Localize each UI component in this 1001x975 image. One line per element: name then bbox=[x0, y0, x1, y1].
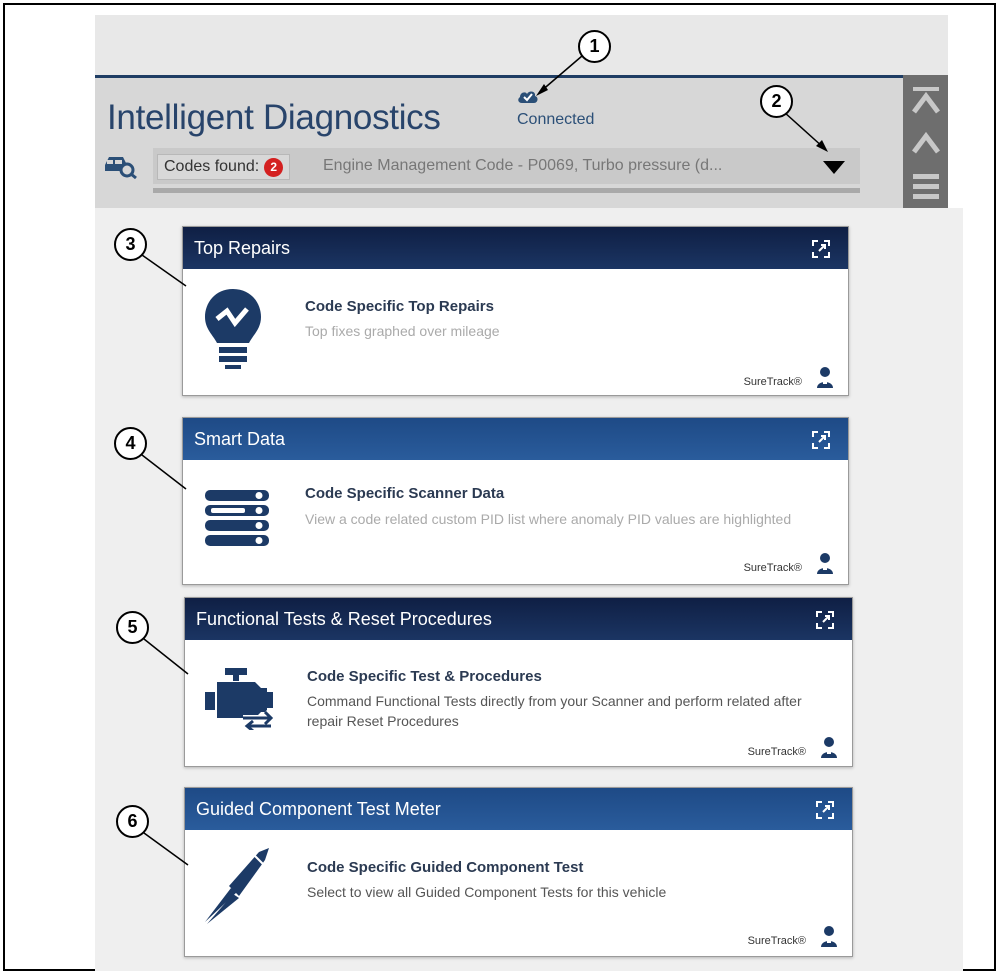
callout-1: 1 bbox=[578, 30, 611, 63]
callout-3: 3 bbox=[114, 228, 147, 261]
callout-5: 5 bbox=[116, 611, 149, 644]
callout-leader-lines bbox=[141, 55, 828, 866]
callout-4: 4 bbox=[114, 427, 147, 460]
callout-2: 2 bbox=[760, 85, 793, 118]
callout-6: 6 bbox=[116, 805, 149, 838]
